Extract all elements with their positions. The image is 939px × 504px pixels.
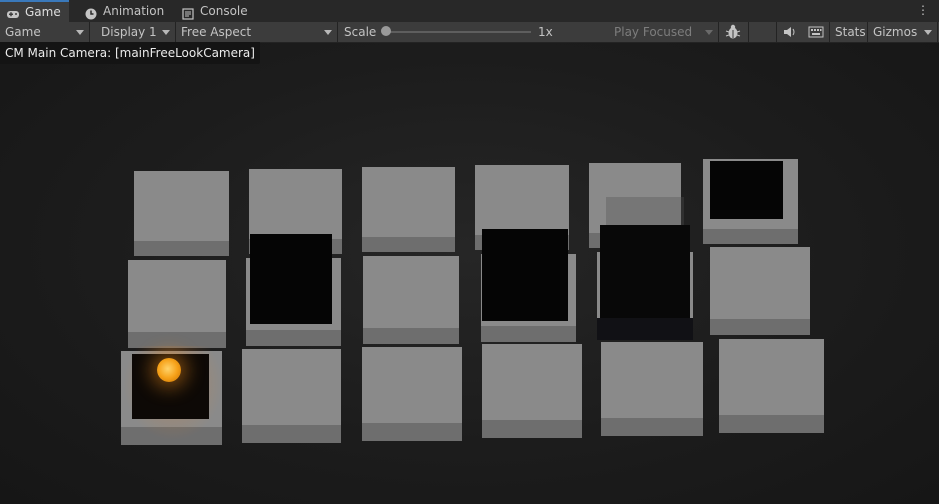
chevron-down-icon [162, 30, 170, 35]
floor-tile [242, 349, 341, 443]
dark-block [482, 229, 568, 321]
bug-icon [725, 24, 741, 39]
camera-label: CM Main Camera: [mainFreeLookCamera] [0, 42, 260, 64]
floor-tile [128, 260, 226, 348]
dark-block [250, 234, 332, 324]
tab-bar: Game Animation Console ⋮ [0, 0, 939, 23]
scale-value: 1x [538, 25, 553, 39]
display-label: Display 1 [101, 25, 157, 39]
floor-tile [710, 247, 810, 335]
speaker-icon [784, 27, 795, 37]
scale-slider-handle[interactable] [381, 26, 391, 36]
mute-audio-button[interactable] [777, 22, 803, 42]
spacer [749, 22, 777, 42]
gizmos-dropdown[interactable]: Gizmos [868, 22, 938, 42]
floor-tile [362, 167, 455, 252]
floor-tile [134, 171, 229, 256]
chevron-down-icon [705, 30, 713, 35]
tab-animation[interactable]: Animation [78, 0, 172, 22]
aspect-dropdown[interactable]: Free Aspect [176, 22, 338, 42]
floor-tile [482, 344, 582, 438]
scale-slider-track[interactable] [385, 31, 531, 33]
mode-dropdown[interactable]: Game [0, 22, 90, 42]
play-mode-label: Play Focused [614, 25, 693, 39]
display-dropdown[interactable]: Display 1 [96, 22, 176, 42]
keyboard-icon [808, 26, 824, 38]
stats-toggle[interactable]: Stats [830, 22, 868, 42]
chevron-down-icon [76, 30, 84, 35]
aspect-label: Free Aspect [181, 25, 252, 39]
player-ball [157, 358, 181, 382]
mode-label: Game [5, 25, 41, 39]
block-shadow [597, 318, 693, 340]
tab-label: Animation [103, 4, 165, 18]
dark-block [710, 161, 783, 219]
console-icon [181, 5, 195, 20]
chevron-down-icon [324, 30, 332, 35]
play-mode-dropdown[interactable]: Play Focused [609, 22, 719, 42]
chevron-down-icon [924, 30, 932, 35]
gizmos-label: Gizmos [873, 25, 918, 39]
floor-tile [719, 339, 824, 433]
scale-label: Scale [344, 25, 377, 39]
debug-bug-button[interactable] [719, 22, 749, 42]
kebab-menu-icon[interactable]: ⋮ [917, 3, 929, 17]
floor-tile [363, 256, 459, 344]
clock-icon [84, 5, 98, 20]
tab-game[interactable]: Game [0, 0, 69, 22]
floor-tile [362, 347, 462, 441]
tab-label: Console [200, 4, 248, 18]
tab-console[interactable]: Console [175, 0, 256, 22]
keyboard-shortcuts-button[interactable] [803, 22, 830, 42]
tab-label: Game [25, 5, 61, 19]
gamepad-icon [6, 6, 20, 18]
dark-block [600, 225, 690, 319]
floor-tile [601, 342, 703, 436]
